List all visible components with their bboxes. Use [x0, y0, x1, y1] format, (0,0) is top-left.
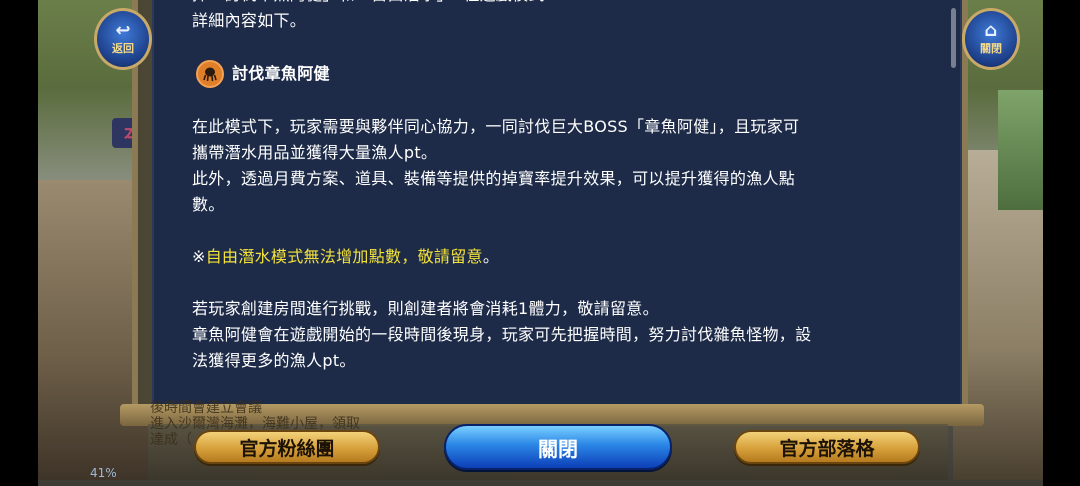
close-top-button-label: 關閉 — [980, 42, 1002, 55]
dialog-content[interactable]: 擇「討伐章魚阿健」和「自由潛水」2種遊戲模式 詳細內容如下。 討伐章魚阿健 在此… — [192, 0, 932, 374]
back-button-label: 返回 — [112, 42, 134, 55]
intro-line: 詳細內容如下。 — [192, 11, 307, 30]
fan-group-button[interactable]: 官方粉絲團 — [194, 430, 380, 464]
paragraph-1-line-1: 在此模式下，玩家需要與夥伴同心協力，一同討伐巨大BOSS「章魚阿健」，且玩家可 — [192, 117, 800, 136]
battery-indicator: 41% — [90, 466, 117, 480]
paragraph-4-line-2: 法獲得更多的漁人pt。 — [192, 351, 356, 370]
close-top-button[interactable]: ⌂ 關閉 — [962, 8, 1020, 70]
octopus-icon — [196, 60, 224, 88]
info-dialog: 擇「討伐章魚阿健」和「自由潛水」2種遊戲模式 詳細內容如下。 討伐章魚阿健 在此… — [152, 0, 962, 404]
section-title: 討伐章魚阿健 — [196, 60, 932, 88]
note-suffix: 。 — [482, 247, 500, 266]
close-button[interactable]: 關閉 — [444, 424, 672, 470]
note-prefix: ※ — [192, 247, 206, 266]
paragraph-2-line-1: 此外，透過月費方案、道具、裝備等提供的掉寶率提升效果，可以提升獲得的漁人點 — [192, 169, 796, 188]
official-blog-button[interactable]: 官方部落格 — [734, 430, 920, 464]
note-highlight: 自由潛水模式無法增加點數，敬請留意 — [205, 247, 483, 266]
partial-top-line: 擇「討伐章魚阿健」和「自由潛水」2種遊戲模式 — [192, 0, 932, 8]
background-line-1: 後時間會建立會議 — [150, 400, 262, 416]
back-button[interactable]: ↩ 返回 — [94, 8, 152, 70]
home-icon: ⌂ — [984, 20, 998, 41]
paragraph-3-line-1: 若玩家創建房間進行挑戰，則創建者將會消耗1體力，敬請留意。 — [192, 299, 659, 318]
warning-note: ※自由潛水模式無法增加點數，敬請留意。 — [192, 244, 932, 270]
paragraph-4-line-1: 章魚阿健會在遊戲開始的一段時間後現身，玩家可先把握時間，努力討伐雜魚怪物，設 — [192, 325, 812, 344]
scrollbar[interactable] — [951, 8, 956, 68]
paragraph-2-line-2: 數。 — [192, 195, 225, 214]
paragraph-1-line-2: 攜帶潛水用品並獲得大量漁人pt。 — [192, 143, 438, 162]
background-foliage — [998, 90, 1043, 210]
back-arrow-icon: ↩ — [115, 20, 131, 41]
section-title-text: 討伐章魚阿健 — [232, 64, 330, 83]
